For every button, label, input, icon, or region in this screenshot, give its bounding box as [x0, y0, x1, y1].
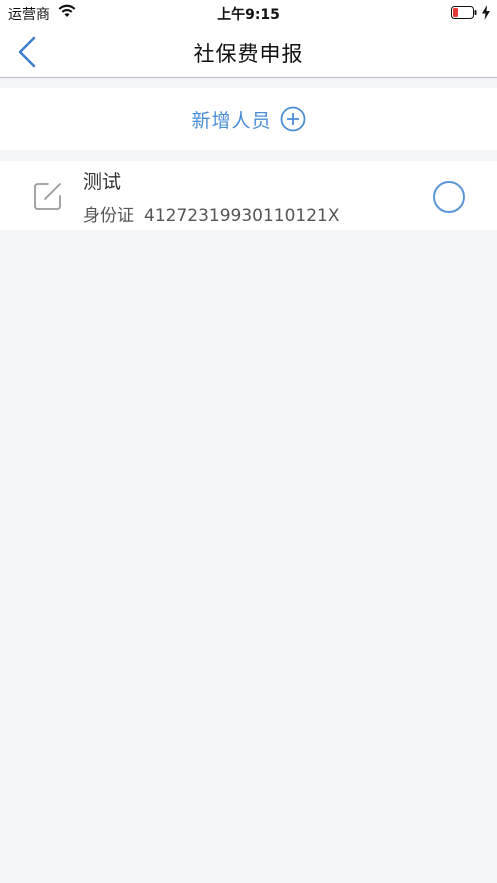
navigation-bar: 社保费申报	[0, 26, 497, 78]
edit-icon[interactable]	[33, 181, 63, 211]
select-radio[interactable]	[433, 181, 465, 213]
add-person-label: 新增人员	[191, 109, 272, 132]
clock: 上午9:15	[217, 7, 280, 23]
status-bar: 运营商 上午9:15	[0, 0, 497, 26]
person-name: 测试	[83, 171, 122, 193]
id-type-label: 身份证	[83, 206, 134, 226]
plus-circle-icon	[280, 106, 305, 132]
battery-low-icon	[451, 6, 477, 19]
charging-bolt-icon	[482, 5, 490, 20]
id-number: 41272319930110121X	[144, 206, 340, 226]
person-list-item[interactable]: 测试 身份证 41272319930110121X	[0, 161, 497, 230]
person-id-line: 身份证 41272319930110121X	[83, 201, 340, 226]
page-title: 社保费申报	[193, 42, 304, 66]
add-person-button[interactable]: 新增人员	[0, 88, 497, 150]
